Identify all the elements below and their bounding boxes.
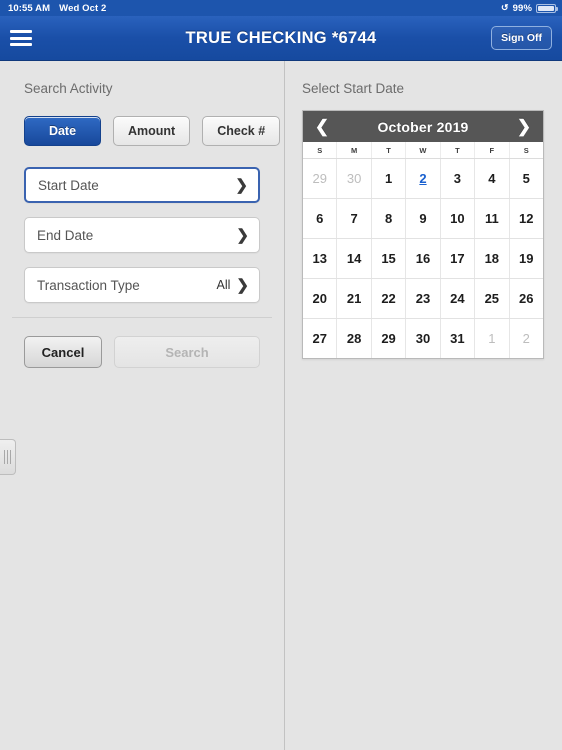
calendar-week-row: 29 30 1 2 3 4 5: [303, 159, 543, 199]
calendar-week-row: 27 28 29 30 31 1 2: [303, 319, 543, 358]
status-bar-time: 10:55 AM: [8, 2, 51, 14]
calendar-day-adjacent-month: 30: [337, 159, 372, 198]
calendar-day-header: S: [303, 142, 338, 158]
rotation-lock-icon: ↺: [501, 2, 509, 12]
calendar-header: ❮ October 2019 ❯: [303, 111, 543, 142]
search-type-segmented-control: Date Amount Check #: [0, 96, 284, 146]
chevron-right-icon: ❯: [236, 276, 249, 294]
status-bar-right-group: ↺ 99%: [501, 2, 558, 14]
calendar-day[interactable]: 1: [371, 159, 407, 198]
calendar-day[interactable]: 27: [303, 319, 338, 358]
end-date-label: End Date: [37, 227, 94, 243]
calendar-day-header: M: [337, 142, 372, 158]
search-button[interactable]: Search: [114, 336, 260, 368]
calendar-day[interactable]: 30: [406, 319, 441, 358]
calendar-day[interactable]: 8: [371, 199, 407, 238]
select-start-date-heading: Select Start Date: [302, 81, 405, 96]
transaction-type-label: Transaction Type: [37, 277, 140, 293]
app-root: 10:55 AM Wed Oct 2 ↺ 99% TRUE CHECKING *…: [0, 0, 562, 750]
search-activity-panel: Search Activity Date Amount Check # Star…: [0, 61, 285, 750]
navigation-bar: TRUE CHECKING *6744 Sign Off: [0, 16, 562, 61]
chevron-right-icon: ❯: [235, 176, 248, 194]
segment-date[interactable]: Date: [24, 116, 101, 146]
calendar-day[interactable]: 31: [440, 319, 476, 358]
calendar-day[interactable]: 25: [475, 279, 510, 318]
calendar-day[interactable]: 10: [440, 199, 476, 238]
calendar-month-title: October 2019: [377, 118, 469, 135]
segment-amount[interactable]: Amount: [113, 116, 191, 146]
calendar-day[interactable]: 15: [371, 239, 407, 278]
calendar-day[interactable]: 17: [440, 239, 476, 278]
calendar-day-header: S: [523, 146, 529, 155]
calendar-day[interactable]: 22: [371, 279, 407, 318]
calendar-day[interactable]: 11: [475, 199, 510, 238]
calendar-week-row: 13 14 15 16 17 18 19: [303, 239, 543, 279]
transaction-type-value: All: [216, 278, 231, 292]
content-split: Search Activity Date Amount Check # Star…: [0, 61, 562, 750]
calendar-day-adjacent-month: 1: [475, 319, 510, 358]
calendar-day-headers: SMTWTFS: [303, 142, 543, 159]
hamburger-menu-icon[interactable]: [10, 30, 32, 46]
calendar-grid: 29 30 1 2 3 4 5 6 7 8 9 10 11 12 13 14 15 16 17 18 19 20 21 22 2…: [303, 159, 543, 358]
chevron-right-icon[interactable]: ❯: [515, 118, 533, 135]
status-bar-date: Wed Oct 2: [59, 2, 107, 14]
calendar: ❮ October 2019 ❯ SMTWTFS 29 30 1 2 3 4 5 6 7 8 9 10…: [302, 110, 544, 359]
calendar-day[interactable]: 12: [509, 199, 543, 238]
segment-check-number[interactable]: Check #: [202, 116, 281, 146]
calendar-day[interactable]: 26: [509, 279, 543, 318]
calendar-day-selected[interactable]: 2: [406, 159, 441, 198]
search-form: Start Date ❯ End Date ❯ Transaction Type…: [0, 146, 284, 303]
calendar-day-header: F: [475, 142, 510, 158]
battery-percent-label: 99%: [512, 2, 532, 14]
calendar-day[interactable]: 16: [406, 239, 441, 278]
calendar-day[interactable]: 14: [337, 239, 372, 278]
chevron-right-icon: ❯: [236, 226, 249, 244]
calendar-day-header: T: [441, 142, 476, 158]
chevron-left-icon[interactable]: ❮: [313, 118, 331, 135]
end-date-field[interactable]: End Date ❯: [24, 217, 260, 253]
calendar-day[interactable]: 19: [509, 239, 543, 278]
start-date-field[interactable]: Start Date ❯: [24, 167, 260, 203]
calendar-day[interactable]: 18: [475, 239, 510, 278]
cancel-button[interactable]: Cancel: [24, 336, 102, 368]
calendar-week-row: 6 7 8 9 10 11 12: [303, 199, 543, 239]
calendar-day-adjacent-month: 2: [509, 319, 543, 358]
start-date-label: Start Date: [38, 177, 99, 193]
calendar-day[interactable]: 6: [303, 199, 338, 238]
calendar-day-header: W: [406, 142, 441, 158]
calendar-day[interactable]: 9: [406, 199, 441, 238]
calendar-day[interactable]: 7: [337, 199, 372, 238]
form-actions: Cancel Search: [0, 318, 284, 368]
calendar-day[interactable]: 4: [475, 159, 510, 198]
battery-icon: [536, 3, 558, 13]
calendar-day-header: T: [372, 142, 407, 158]
calendar-day[interactable]: 20: [303, 279, 338, 318]
calendar-day[interactable]: 3: [440, 159, 476, 198]
sign-off-button[interactable]: Sign Off: [491, 26, 552, 50]
calendar-day[interactable]: 13: [303, 239, 338, 278]
calendar-day[interactable]: 24: [440, 279, 476, 318]
select-start-date-panel: Select Start Date ❮ October 2019 ❯ SMTWT…: [285, 61, 562, 750]
page-title: TRUE CHECKING *6744: [185, 28, 377, 47]
search-activity-heading: Search Activity: [24, 81, 113, 96]
calendar-week-row: 20 21 22 23 24 25 26: [303, 279, 543, 319]
status-bar: 10:55 AM Wed Oct 2 ↺ 99%: [0, 0, 562, 16]
calendar-day[interactable]: 23: [406, 279, 441, 318]
calendar-day[interactable]: 21: [337, 279, 372, 318]
calendar-day[interactable]: 28: [337, 319, 372, 358]
calendar-day[interactable]: 5: [509, 159, 543, 198]
calendar-day[interactable]: 29: [371, 319, 407, 358]
calendar-day-adjacent-month: 29: [303, 159, 338, 198]
transaction-type-field[interactable]: Transaction Type All ❯: [24, 267, 260, 303]
panel-resize-handle[interactable]: [0, 439, 16, 475]
